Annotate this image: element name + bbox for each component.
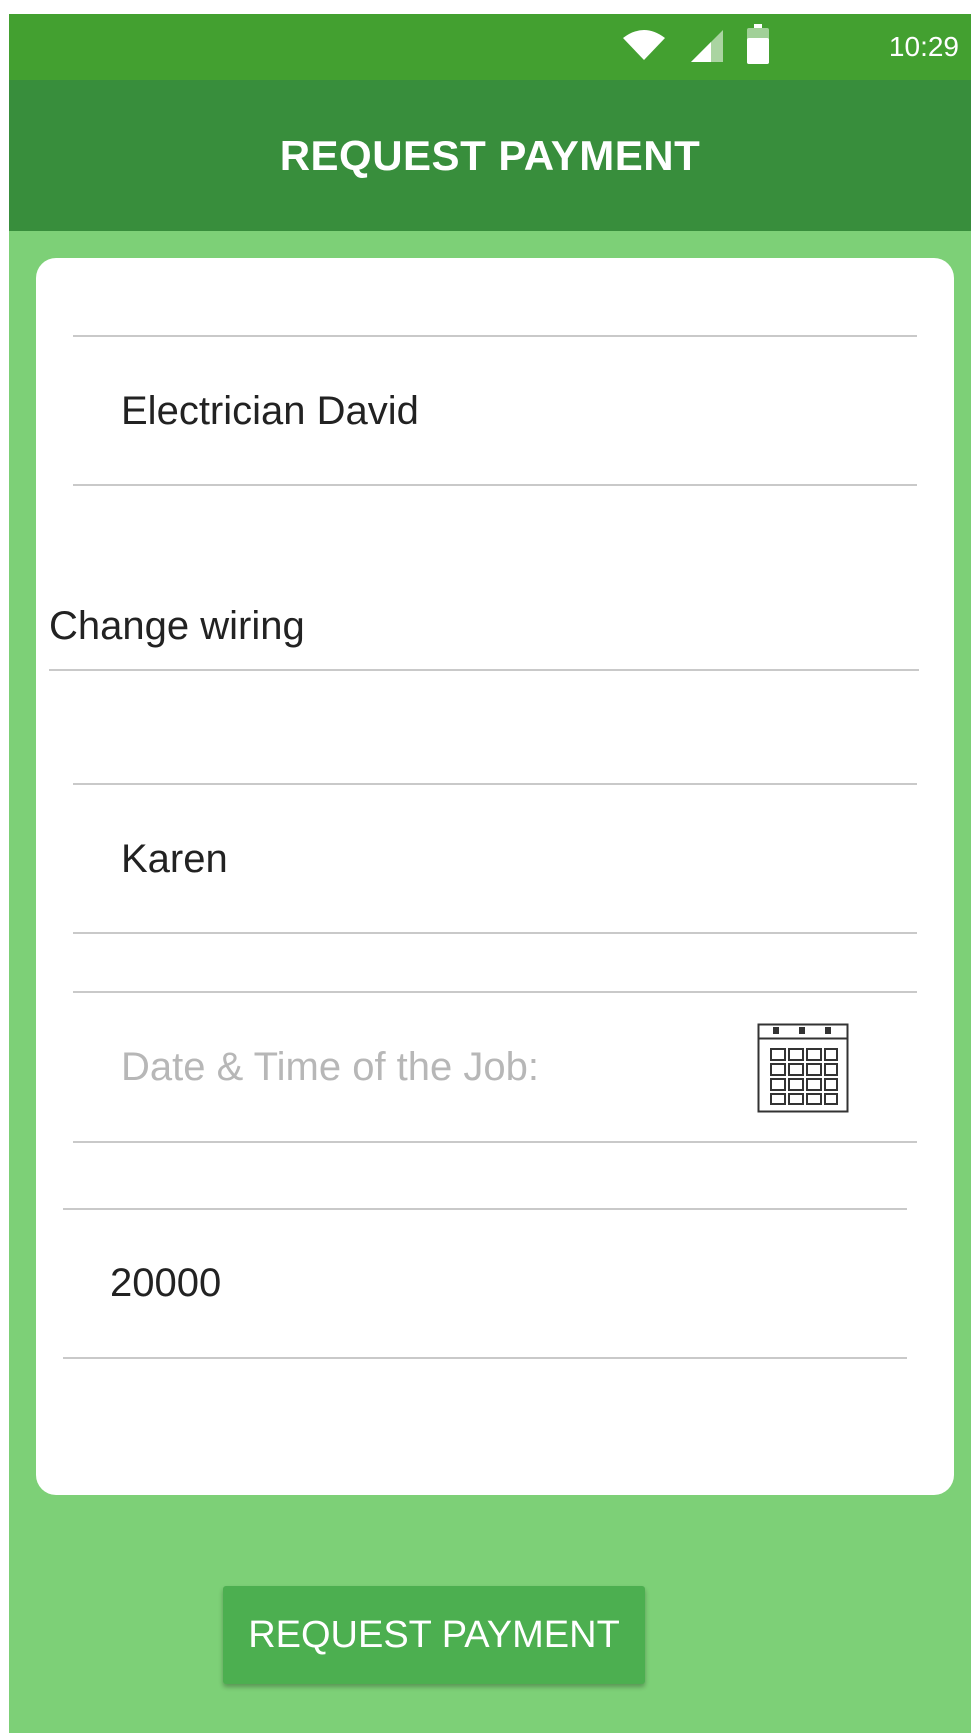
field-divider <box>73 484 917 486</box>
status-bar: 10:29 <box>9 14 971 80</box>
wifi-icon <box>623 30 665 60</box>
page-title: REQUEST PAYMENT <box>279 131 701 179</box>
field-divider <box>73 783 917 785</box>
request-form-card: Electrician David Change wiring Karen Da… <box>36 258 954 1495</box>
customer-name-field[interactable]: Karen <box>121 836 911 882</box>
status-time: 10:29 <box>888 31 959 62</box>
field-divider <box>73 1141 917 1143</box>
signal-icon <box>691 30 723 62</box>
field-divider <box>49 669 919 671</box>
app-screen: 10:29 REQUEST PAYMENT Electrician David … <box>9 14 971 1733</box>
field-divider <box>63 1357 907 1359</box>
app-bar: REQUEST PAYMENT <box>9 80 971 231</box>
field-divider <box>63 1208 907 1210</box>
request-payment-button[interactable]: REQUEST PAYMENT <box>223 1586 645 1684</box>
field-divider <box>73 991 917 993</box>
field-divider <box>73 932 917 934</box>
provider-name-field[interactable]: Electrician David <box>121 388 911 434</box>
battery-icon <box>747 24 769 64</box>
amount-field[interactable]: 20000 <box>110 1260 900 1306</box>
job-description-field[interactable]: Change wiring <box>49 603 909 649</box>
calendar-icon[interactable] <box>757 1023 849 1113</box>
field-divider <box>73 335 917 337</box>
date-time-field[interactable]: Date & Time of the Job: <box>121 1044 721 1090</box>
